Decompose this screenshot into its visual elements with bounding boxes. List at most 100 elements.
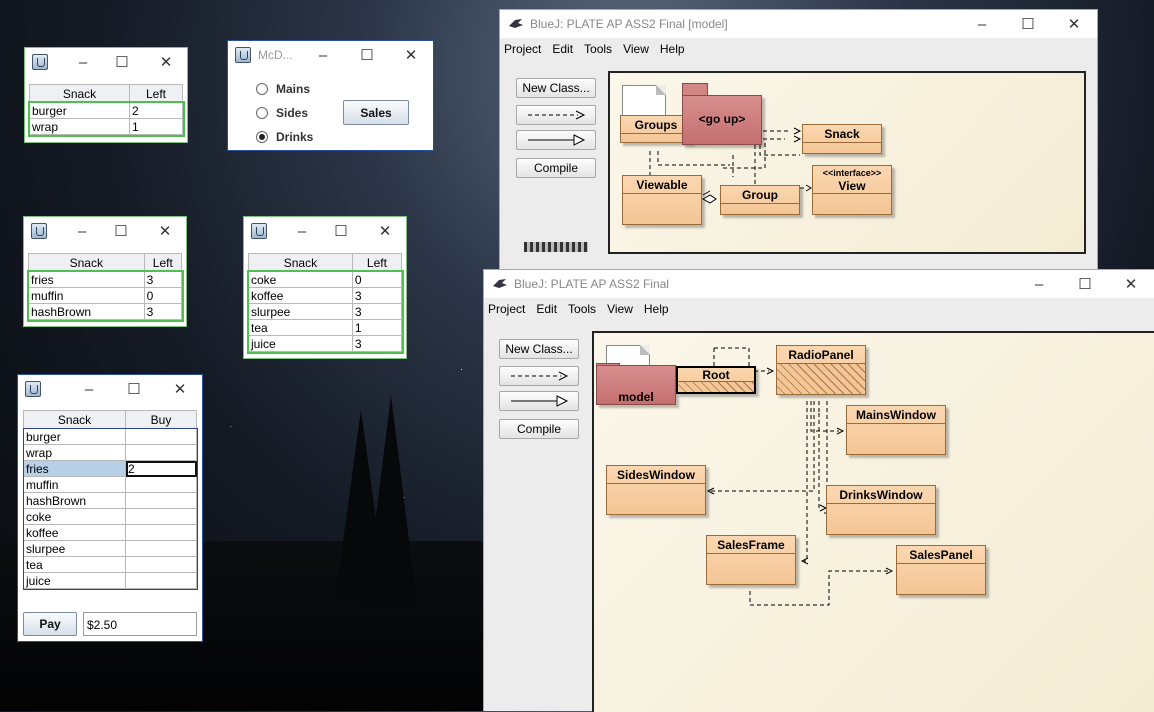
snack-cell[interactable]: tea [248, 319, 353, 336]
class-radiopanel[interactable]: RadioPanel [776, 345, 866, 395]
close-icon[interactable]: ✕ [1108, 270, 1154, 298]
menu-help[interactable]: Help [644, 302, 669, 316]
radio-sides[interactable]: Sides [256, 106, 308, 120]
close-icon[interactable]: ✕ [143, 217, 187, 245]
new-class-button[interactable]: New Class... [499, 339, 579, 359]
close-icon[interactable]: ✕ [157, 375, 203, 403]
minimize-icon[interactable]: – [66, 48, 100, 76]
column-header[interactable]: Snack [248, 253, 353, 272]
buy-cell-editing[interactable]: 2 [125, 460, 197, 477]
table-row[interactable]: tea 1 [248, 319, 403, 336]
snack-cell[interactable]: slurpee [248, 303, 353, 320]
radio-button[interactable] [256, 107, 268, 119]
sales-button[interactable]: Sales [343, 100, 409, 125]
buy-cell[interactable] [125, 556, 197, 573]
table-row[interactable]: burger 2 [28, 102, 183, 119]
column-header[interactable]: Left [351, 253, 403, 272]
pay-button[interactable]: Pay [23, 612, 77, 636]
left-cell[interactable]: 3 [143, 303, 183, 320]
readme-note-icon[interactable] [622, 85, 666, 119]
column-header[interactable]: Snack [23, 410, 126, 429]
maximize-icon[interactable]: ☐ [100, 48, 144, 76]
minimize-icon[interactable]: – [65, 217, 99, 245]
buy-cell[interactable] [125, 572, 197, 589]
table-row[interactable]: fries 3 [28, 271, 183, 288]
table-row[interactable]: koffee 3 [248, 287, 403, 304]
snack-cell[interactable]: hashBrown [28, 303, 145, 320]
menu-view[interactable]: View [607, 302, 633, 316]
column-header[interactable]: Left [143, 253, 183, 272]
class-sideswindow[interactable]: SidesWindow [606, 465, 706, 515]
snack-cell[interactable]: burger [23, 428, 126, 445]
left-cell[interactable]: 0 [351, 271, 403, 288]
buy-cell[interactable] [125, 492, 197, 509]
table-row[interactable]: coke 0 [248, 271, 403, 288]
table-row[interactable]: wrap 1 [28, 118, 183, 135]
title-bar[interactable]: BlueJ: PLATE AP ASS2 Final – ☐ ✕ [484, 270, 1154, 298]
menu-view[interactable]: View [623, 42, 649, 56]
close-icon[interactable]: ✕ [389, 41, 433, 69]
menu-help[interactable]: Help [660, 42, 685, 56]
table-row[interactable]: juice [23, 572, 197, 589]
table-row[interactable]: hashBrown [23, 492, 197, 509]
snack-cell[interactable]: burger [28, 102, 131, 119]
minimize-icon[interactable]: – [301, 41, 345, 69]
left-cell[interactable]: 1 [351, 319, 403, 336]
snack-cell[interactable]: juice [23, 572, 126, 589]
total-field[interactable]: $2.50 [83, 612, 197, 636]
title-bar[interactable]: BlueJ: PLATE AP ASS2 Final [model] – ☐ ✕ [500, 10, 1097, 38]
class-salespanel[interactable]: SalesPanel [896, 545, 986, 595]
class-group[interactable]: Group [720, 185, 800, 215]
table-row-selected[interactable]: fries 2 [23, 460, 197, 477]
class-drinkswindow[interactable]: DrinksWindow [826, 485, 936, 535]
column-header[interactable]: Buy [125, 410, 197, 429]
menu-edit[interactable]: Edit [552, 42, 573, 56]
table-row[interactable]: slurpee 3 [248, 303, 403, 320]
uses-arrow-button[interactable] [516, 105, 596, 125]
snack-cell[interactable]: fries [28, 271, 145, 288]
table-row[interactable]: muffin 0 [28, 287, 183, 304]
snack-cell[interactable]: wrap [23, 444, 126, 461]
snack-cell[interactable]: juice [248, 335, 353, 352]
snack-cell[interactable]: tea [23, 556, 126, 573]
maximize-icon[interactable]: ☐ [111, 375, 157, 403]
table-row[interactable]: tea [23, 556, 197, 573]
snack-cell[interactable]: fries [23, 460, 126, 477]
buy-cell[interactable] [125, 524, 197, 541]
left-cell[interactable]: 3 [143, 271, 183, 288]
table-row[interactable]: burger [23, 428, 197, 445]
class-snack[interactable]: Snack [802, 124, 882, 154]
uses-arrow-button[interactable] [499, 366, 579, 386]
menu-edit[interactable]: Edit [536, 302, 557, 316]
radio-button-selected[interactable] [256, 131, 268, 143]
left-cell[interactable]: 3 [351, 303, 403, 320]
close-icon[interactable]: ✕ [144, 48, 188, 76]
radio-mains[interactable]: Mains [256, 82, 310, 96]
column-header[interactable]: Snack [28, 84, 131, 103]
new-class-button[interactable]: New Class... [516, 78, 596, 98]
buy-cell[interactable] [125, 444, 197, 461]
snack-cell[interactable]: wrap [28, 118, 131, 135]
class-salesframe[interactable]: SalesFrame [706, 535, 796, 585]
radio-button[interactable] [256, 83, 268, 95]
minimize-icon[interactable]: – [1016, 270, 1062, 298]
table-row[interactable]: muffin [23, 476, 197, 493]
table-row[interactable]: wrap [23, 444, 197, 461]
left-cell[interactable]: 3 [351, 287, 403, 304]
snack-cell[interactable]: hashBrown [23, 492, 126, 509]
snack-cell[interactable]: coke [23, 508, 126, 525]
inherits-arrow-button[interactable] [516, 130, 596, 150]
table-row[interactable]: koffee [23, 524, 197, 541]
snack-cell[interactable]: muffin [23, 476, 126, 493]
table-row[interactable]: coke [23, 508, 197, 525]
maximize-icon[interactable]: ☐ [99, 217, 143, 245]
menu-project[interactable]: Project [488, 302, 525, 316]
maximize-icon[interactable]: ☐ [319, 217, 363, 245]
title-bar[interactable]: McD... – ☐ ✕ [228, 41, 433, 69]
title-bar[interactable]: – ☐ ✕ [244, 217, 406, 245]
table-row[interactable]: juice 3 [248, 335, 403, 352]
menu-tools[interactable]: Tools [568, 302, 596, 316]
class-root[interactable]: Root [676, 366, 756, 394]
snack-cell[interactable]: slurpee [23, 540, 126, 557]
buy-cell[interactable] [125, 508, 197, 525]
